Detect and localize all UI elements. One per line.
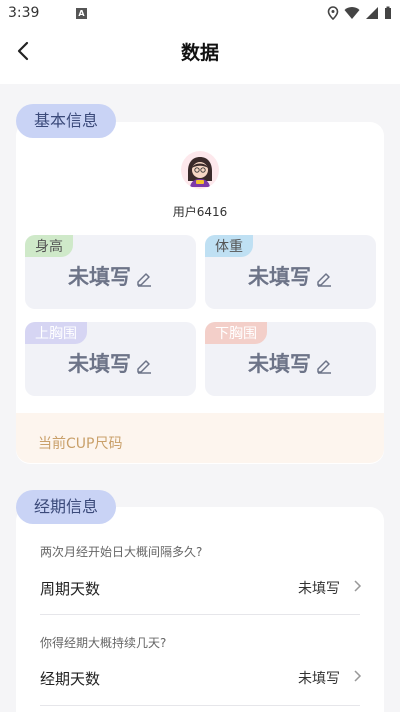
status-time: 3:39	[8, 5, 40, 21]
upper-bust-tile[interactable]: 上胸围 未填写	[25, 322, 196, 396]
status-bar: 3:39 A	[0, 0, 400, 28]
metric-value: 未填写	[248, 352, 311, 376]
metric-tag: 上胸围	[25, 322, 87, 344]
edit-icon	[137, 360, 151, 374]
page-title: 数据	[180, 42, 219, 64]
username: 用户6416	[172, 205, 228, 219]
edit-icon	[317, 360, 331, 374]
notification-a-icon: A	[76, 8, 87, 19]
period-info-tab: 经期信息	[16, 490, 117, 524]
avatar[interactable]	[181, 151, 219, 189]
metric-value: 未填写	[68, 265, 131, 289]
battery-icon	[385, 6, 391, 19]
metric-tag: 下胸围	[205, 322, 267, 344]
signal-icon	[366, 7, 378, 19]
location-icon	[327, 6, 339, 20]
period-days-row[interactable]: 经期天数 未填写	[24, 656, 376, 700]
metric-value-wrap: 未填写	[205, 261, 376, 291]
chevron-right-icon	[354, 670, 362, 682]
metric-tag: 身高	[25, 235, 73, 257]
metric-value: 未填写	[248, 265, 311, 289]
wifi-icon	[344, 7, 360, 20]
metric-value: 未填写	[68, 352, 131, 376]
under-bust-tile[interactable]: 下胸围 未填写	[205, 322, 376, 396]
cup-size-label: 当前CUP尺码	[38, 436, 123, 452]
edit-icon	[317, 273, 331, 287]
metric-value-wrap: 未填写	[205, 348, 376, 378]
edit-icon	[137, 273, 151, 287]
metric-tag: 体重	[205, 235, 253, 257]
cycle-days-label: 周期天数	[40, 580, 101, 598]
chevron-right-icon	[354, 580, 362, 592]
app-header: 数据	[0, 28, 400, 84]
metric-value-wrap: 未填写	[25, 261, 196, 291]
height-tile[interactable]: 身高 未填写	[25, 235, 196, 309]
cycle-question: 两次月经开始日大概间隔多久?	[40, 545, 203, 559]
period-days-label: 经期天数	[40, 670, 101, 688]
period-days-value: 未填写	[298, 671, 340, 687]
basic-info-tab: 基本信息	[16, 104, 117, 138]
duration-question: 你得经期大概持续几天?	[40, 636, 167, 650]
cycle-days-row[interactable]: 周期天数 未填写	[24, 566, 376, 610]
avatar-icon	[188, 157, 212, 187]
divider	[40, 705, 360, 706]
metric-value-wrap: 未填写	[25, 348, 196, 378]
status-icons	[327, 6, 392, 20]
cup-size-row[interactable]: 当前CUP尺码	[16, 413, 384, 463]
weight-tile[interactable]: 体重 未填写	[205, 235, 376, 309]
divider	[40, 614, 360, 615]
cycle-days-value: 未填写	[298, 581, 340, 597]
